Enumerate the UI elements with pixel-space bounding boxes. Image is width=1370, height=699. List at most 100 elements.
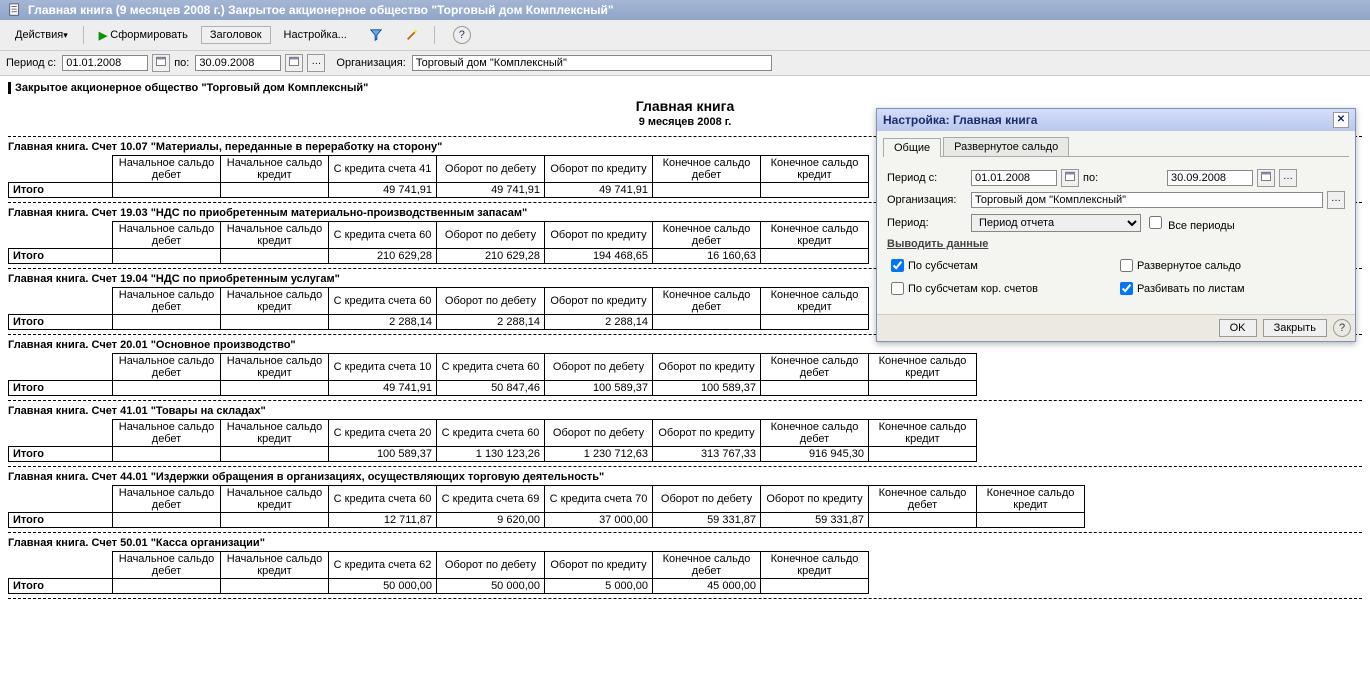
separator [8,598,1362,599]
org-input[interactable] [412,55,772,71]
column-header: Конечное сальдо кредит [977,486,1085,513]
total-cell: 210 629,28 [437,249,545,264]
column-header: Начальное сальдо кредит [221,222,329,249]
column-header: Начальное сальдо дебет [113,552,221,579]
column-header: Конечное сальдо кредит [869,420,977,447]
column-header: С кредита счета 60 [329,222,437,249]
total-cell: 5 000,00 [545,579,653,594]
total-cell: 50 000,00 [329,579,437,594]
column-header: Начальное сальдо дебет [113,420,221,447]
total-cell: 100 589,37 [329,447,437,462]
column-header: Конечное сальдо дебет [761,354,869,381]
column-header: Конечное сальдо дебет [653,156,761,183]
total-cell [113,315,221,330]
dlg-calendar-from[interactable] [1061,169,1079,187]
column-header: Конечное сальдо кредит [869,354,977,381]
ok-button[interactable]: OK [1219,319,1257,337]
column-header: С кредита счета 70 [545,486,653,513]
column-header: Конечное сальдо дебет [761,420,869,447]
column-header: Начальное сальдо кредит [221,156,329,183]
section-heading: Главная книга. Счет 50.01 "Касса организ… [8,537,1362,549]
funnel-icon [369,28,383,42]
document-icon [8,3,22,17]
column-header: Начальное сальдо дебет [113,222,221,249]
wand-icon [405,28,419,42]
total-cell: 100 589,37 [653,381,761,396]
window-titlebar: Главная книга (9 месяцев 2008 г.) Закрыт… [0,0,1370,20]
dlg-help-button[interactable]: ? [1333,319,1351,337]
calendar-to-button[interactable] [285,54,303,72]
total-cell [113,579,221,594]
tab-general[interactable]: Общие [883,138,941,157]
column-header: Оборот по дебету [437,156,545,183]
total-cell [113,183,221,198]
header-button[interactable]: Заголовок [201,26,271,44]
form-button[interactable]: ▶ Сформировать [90,26,197,45]
dlg-org-picker[interactable]: … [1327,191,1345,209]
settings-button[interactable]: Настройка... [275,26,356,44]
separator [8,532,1362,533]
total-cell: 1 130 123,26 [437,447,545,462]
column-header: Оборот по дебету [545,354,653,381]
total-cell [653,315,761,330]
dlg-org-label: Организация: [887,194,967,206]
by-subaccounts-checkbox[interactable] [891,259,904,272]
column-header: С кредита счета 41 [329,156,437,183]
column-header: Конечное сальдо кредит [761,288,869,315]
section-heading: Главная книга. Счет 44.01 "Издержки обра… [8,471,1362,483]
period-picker-button[interactable]: … [307,54,325,72]
main-toolbar: Действия ▶ Сформировать Заголовок Настро… [0,20,1370,51]
all-periods-checkbox[interactable] [1149,216,1162,229]
settings-dialog: Настройка: Главная книга ✕ Общие Разверн… [876,108,1356,342]
actions-menu[interactable]: Действия [6,26,77,44]
expanded-balance-checkbox[interactable] [1120,259,1133,272]
dlg-period-to[interactable] [1167,170,1253,186]
dlg-period-select[interactable]: Период отчета [971,214,1141,232]
by-subaccounts-corr-checkbox[interactable] [891,282,904,295]
column-header: С кредита счета 10 [329,354,437,381]
period-to-input[interactable] [195,55,281,71]
dialog-titlebar: Настройка: Главная книга ✕ [877,109,1355,131]
company-name: Закрытое акционерное общество "Торговый … [8,82,1362,94]
help-button[interactable]: ? [441,23,480,47]
total-cell: 9 620,00 [437,513,545,528]
total-label: Итого [9,249,113,264]
column-header: Начальное сальдо дебет [113,288,221,315]
column-header: Начальное сальдо кредит [221,552,329,579]
column-header: Конечное сальдо дебет [869,486,977,513]
total-cell: 194 468,65 [545,249,653,264]
column-header: Оборот по кредиту [545,222,653,249]
filter-icon-button[interactable] [360,25,392,45]
total-cell: 49 741,91 [329,381,437,396]
close-button[interactable]: Закрыть [1263,319,1327,337]
org-label: Организация: [336,57,405,69]
total-cell [221,183,329,198]
total-label: Итого [9,513,113,528]
total-cell [221,249,329,264]
period-to-label: по: [174,57,189,69]
split-sheets-checkbox[interactable] [1120,282,1133,295]
column-header: С кредита счета 62 [329,552,437,579]
total-cell [221,513,329,528]
dlg-period-to-label: по: [1083,172,1163,184]
separator [8,466,1362,467]
column-header: С кредита счета 60 [437,420,545,447]
ledger-table: Начальное сальдо дебетНачальное сальдо к… [8,353,977,396]
ledger-table: Начальное сальдо дебетНачальное сальдо к… [8,287,869,330]
total-cell: 50 847,46 [437,381,545,396]
dlg-org-input[interactable] [971,192,1323,208]
close-icon[interactable]: ✕ [1333,112,1349,128]
ledger-table: Начальное сальдо дебетНачальное сальдо к… [8,485,1085,528]
dlg-calendar-to[interactable] [1257,169,1275,187]
total-cell: 49 741,91 [329,183,437,198]
period-from-input[interactable] [62,55,148,71]
calendar-from-button[interactable] [152,54,170,72]
refresh-icon-button[interactable] [396,25,428,45]
total-cell: 37 000,00 [545,513,653,528]
total-cell [869,513,977,528]
dlg-period-picker[interactable]: … [1279,169,1297,187]
tab-expanded-balance[interactable]: Развернутое сальдо [943,137,1069,156]
dlg-period-from[interactable] [971,170,1057,186]
total-cell: 2 288,14 [329,315,437,330]
total-cell [761,381,869,396]
